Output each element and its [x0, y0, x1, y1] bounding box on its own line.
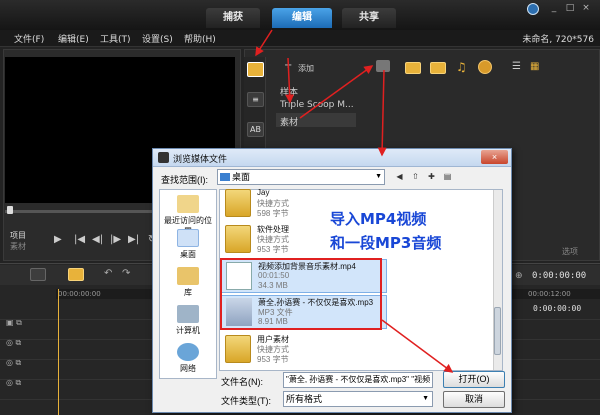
timeline-timecode[interactable]: 0:00:00:00: [532, 271, 586, 281]
minimize-button[interactable]: _: [548, 3, 560, 14]
back-icon[interactable]: ◀: [393, 170, 406, 183]
dialog-title: 浏览媒体文件: [173, 154, 228, 164]
place-label: 计算机: [176, 326, 200, 335]
project-info: 未命名, 720*576: [522, 35, 594, 45]
scrollbar-thumb[interactable]: [494, 307, 501, 355]
folder-icon[interactable]: [376, 60, 390, 72]
folder-shortcut-icon: [225, 335, 251, 363]
lookin-value: 桌面: [232, 172, 251, 182]
media-library-icon[interactable]: [247, 62, 264, 77]
step-back-icon[interactable]: ◀|: [92, 234, 103, 245]
maximize-button[interactable]: □: [564, 3, 576, 14]
library-item-triple-scoop[interactable]: Triple Scoop M...: [280, 100, 354, 110]
ruler-tick: 00:00:12:00: [528, 290, 571, 298]
video-filter-icon[interactable]: [405, 62, 421, 74]
mode-tab-bar: 捕获 编辑 共享 _ □ ×: [0, 0, 600, 30]
file-size: 598 字节: [257, 209, 289, 218]
timeline-view-icon[interactable]: [68, 268, 84, 281]
folder-shortcut-icon: [225, 189, 251, 217]
filename-input[interactable]: "萧全, 孙语赛 - 不仅仅是喜欢.mp3" "视频: [283, 372, 433, 388]
app-icon: [158, 152, 169, 163]
menu-bar: 文件(F) 编辑(E) 工具(T) 设置(S) 帮助(H) 未命名, 720*5…: [0, 30, 600, 47]
library-icon: [177, 267, 199, 285]
up-folder-icon[interactable]: ⇧: [409, 170, 422, 183]
place-libraries[interactable]: 库: [161, 267, 215, 298]
tab-share[interactable]: 共享: [342, 8, 396, 28]
grid-view-icon[interactable]: ▦: [530, 61, 539, 72]
filename-label: 文件名(N):: [221, 377, 263, 387]
voice-track-icon[interactable]: ◎ ⧉: [6, 378, 52, 396]
clip-mode-label[interactable]: 素材: [10, 241, 26, 252]
step-forward-icon[interactable]: |▶: [110, 234, 121, 245]
options-button[interactable]: 选项: [562, 246, 578, 257]
chevron-down-icon: ▼: [375, 173, 382, 180]
tab-capture[interactable]: 捕获: [206, 8, 260, 28]
file-item-user-media[interactable]: 用户素材 快捷方式 953 字节: [221, 333, 387, 367]
desktop-folder-icon: [220, 173, 230, 181]
folder-shortcut-icon: [225, 225, 251, 253]
playhead[interactable]: [58, 289, 59, 415]
play-icon[interactable]: ▶: [54, 234, 62, 245]
overlay-track-icon[interactable]: ◎ ⧉: [6, 338, 52, 356]
video-track-icon[interactable]: ▣ ⧉: [6, 318, 52, 336]
redo-icon[interactable]: ↷: [122, 268, 130, 279]
desktop-icon: [177, 229, 199, 247]
filetype-dropdown[interactable]: 所有格式 ▼: [283, 391, 433, 407]
place-computer[interactable]: 计算机: [161, 305, 215, 336]
skip-end-icon[interactable]: ▶|: [128, 234, 139, 245]
dialog-close-button[interactable]: ×: [481, 150, 508, 164]
title-track-icon[interactable]: ◎ ⧉: [6, 358, 52, 376]
skip-start-icon[interactable]: |◀: [74, 234, 85, 245]
project-mode-label[interactable]: 项目: [10, 230, 26, 241]
new-folder-icon[interactable]: ✚: [425, 170, 438, 183]
menu-edit[interactable]: 编辑(E): [58, 32, 89, 45]
place-label: 桌面: [180, 250, 196, 259]
menu-tools[interactable]: 工具(T): [100, 32, 131, 45]
menu-help[interactable]: 帮助(H): [184, 32, 216, 45]
chevron-down-icon: ▼: [422, 395, 429, 402]
transition-icon[interactable]: ≡: [247, 92, 264, 107]
place-network[interactable]: 网络: [161, 343, 215, 374]
lookin-label: 查找范围(I):: [161, 175, 208, 185]
library-item-media[interactable]: 素材: [280, 115, 298, 128]
annotation-line-2: 和一段MP3音频: [330, 234, 442, 252]
file-size: 953 字节: [257, 355, 289, 364]
computer-icon: [177, 305, 199, 323]
file-size: 953 字节: [257, 245, 289, 254]
file-name: Jay: [257, 188, 270, 197]
place-desktop[interactable]: 桌面: [161, 229, 215, 260]
list-view-icon[interactable]: ☰: [512, 61, 521, 72]
filetype-value: 所有格式: [286, 394, 323, 404]
menu-settings[interactable]: 设置(S): [142, 32, 173, 45]
annotation-line-1: 导入MP4视频: [330, 210, 427, 228]
add-icon[interactable]: +: [284, 60, 292, 71]
library-item-samples[interactable]: 样本: [280, 85, 298, 98]
add-button[interactable]: 添加: [298, 63, 314, 74]
ruler-tick: 00:00:00:00: [58, 290, 101, 298]
globe-icon[interactable]: [527, 3, 539, 15]
selection-highlight-box: [220, 258, 382, 330]
title-icon[interactable]: AB: [247, 122, 264, 137]
lookin-dropdown[interactable]: 桌面 ▼: [217, 169, 385, 185]
network-icon: [177, 343, 199, 361]
recent-places-icon: [177, 195, 199, 213]
close-button[interactable]: ×: [580, 3, 592, 14]
cancel-button[interactable]: 取消: [443, 391, 505, 408]
place-label: 库: [184, 288, 192, 297]
image-filter-icon[interactable]: [430, 62, 446, 74]
online-media-icon[interactable]: [478, 60, 492, 74]
place-label: 网络: [180, 364, 196, 373]
menu-file[interactable]: 文件(F): [14, 32, 44, 45]
music-filter-icon[interactable]: ♫: [456, 60, 467, 74]
tab-edit[interactable]: 编辑: [272, 8, 332, 28]
open-button[interactable]: 打开(O): [443, 371, 505, 388]
storyboard-view-icon[interactable]: [30, 268, 46, 281]
undo-icon[interactable]: ↶: [104, 268, 112, 279]
zoom-icon[interactable]: ⊕: [515, 271, 523, 281]
dialog-titlebar[interactable]: 浏览媒体文件 ×: [153, 149, 511, 167]
scrub-handle[interactable]: [7, 206, 13, 214]
filetype-label: 文件类型(T):: [221, 396, 271, 406]
view-menu-icon[interactable]: ▤: [441, 170, 454, 183]
app-window: 捕获 编辑 共享 _ □ × 文件(F) 编辑(E) 工具(T) 设置(S) 帮…: [0, 0, 600, 415]
